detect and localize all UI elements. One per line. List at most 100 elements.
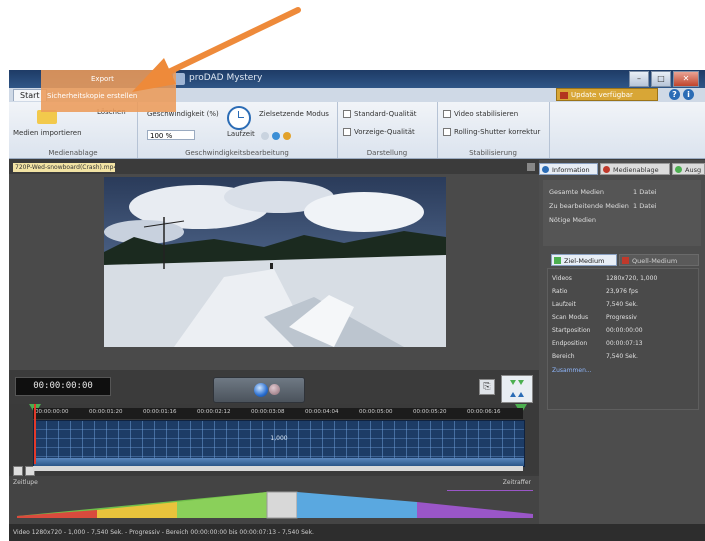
- preview-quality-checkbox[interactable]: [343, 128, 351, 136]
- zoom-in-button[interactable]: [13, 466, 23, 476]
- timeline-ruler: 00:00:00:00 00:00:01:20 00:00:01:16 00:0…: [33, 408, 523, 419]
- speed-ramp-graph[interactable]: [17, 490, 533, 520]
- rolling-shutter-option[interactable]: Rolling-Shutter korrektur: [443, 128, 540, 136]
- info-label: Zu bearbeitende Medien: [549, 202, 629, 210]
- speed-value: 100 %: [150, 132, 173, 140]
- info-value: 1 Datei: [633, 202, 657, 210]
- detail-label: Endposition: [552, 340, 588, 347]
- info-summary: Gesamte Medien 1 Datei Zu bearbeitende Me…: [543, 180, 701, 246]
- track-speed-label: 1,000: [270, 435, 288, 442]
- mode-blue-icon[interactable]: [272, 132, 280, 140]
- group-label-stabilisierung: Stabilisierung: [469, 149, 517, 157]
- group-label-darstellung: Darstellung: [366, 149, 408, 157]
- speed-ramp-panel: Zeitlupe Zeitraffer: [9, 476, 539, 524]
- tab-ausgabe[interactable]: Ausg: [672, 163, 705, 175]
- output-icon: [675, 166, 682, 173]
- info-label: Gesamte Medien: [549, 188, 605, 196]
- track-keyframe-strip: [34, 458, 524, 466]
- detail-value: 7,540 Sek.: [606, 353, 638, 360]
- media-file-tab[interactable]: 720P-Wed-snowboard(Crash).mp4: [13, 163, 115, 172]
- import-media-button[interactable]: Medien importieren: [13, 129, 82, 137]
- detail-value: 1280x720, 1,000: [606, 275, 658, 282]
- side-tab-row: Information Medienablage Ausg: [539, 161, 705, 177]
- source-icon: [622, 257, 629, 264]
- play-button[interactable]: [254, 383, 268, 397]
- timecode-display: 00:00:00:00: [15, 377, 111, 396]
- detail-label: Videos: [552, 275, 572, 282]
- transport-panel: [213, 377, 305, 403]
- status-bar: Video 1280x720 - 1,000 - 7,540 Sek. - Pr…: [9, 524, 705, 541]
- tab-target-medium[interactable]: Ziel-Medium: [551, 254, 617, 266]
- info-label: Nötige Medien: [549, 216, 597, 224]
- timeline: 00:00:00:00 00:00:01:20 00:00:01:16 00:0…: [9, 404, 539, 476]
- tick-label: 00:00:00:00: [35, 409, 69, 415]
- tick-label: 00:00:01:16: [143, 409, 177, 415]
- zoom-arrows-icon: [510, 380, 524, 397]
- detail-row: Videos 1280x720, 1,000: [552, 275, 657, 282]
- group-label-geschwindigkeit: Geschwindigkeitsbearbeitung: [185, 149, 289, 157]
- tick-label: 00:00:02:12: [197, 409, 231, 415]
- info-icon: [542, 166, 549, 173]
- video-preview: [104, 177, 446, 347]
- duration-button[interactable]: Laufzeit: [227, 130, 255, 138]
- detail-label: Laufzeit: [552, 301, 576, 308]
- tick-label: 00:00:06:16: [467, 409, 501, 415]
- tab-ausgabe-label: Ausg: [685, 166, 702, 174]
- detail-label: Scan Modus: [552, 314, 589, 321]
- info-side-panel: Information Medienablage Ausg Gesamte Me…: [539, 160, 705, 524]
- tab-information-label: Information: [552, 166, 590, 174]
- tab-medienablage-label: Medienablage: [613, 166, 659, 174]
- panel-minimize-icon[interactable]: [527, 163, 535, 171]
- snapshot-button[interactable]: ⎘: [479, 379, 495, 395]
- more-details-link[interactable]: Zusammen...: [552, 367, 592, 374]
- detail-label: Ratio: [552, 288, 568, 295]
- preview-quality-option[interactable]: Vorzeige-Qualität: [343, 128, 415, 136]
- group-label-medien: Medienablage: [48, 149, 98, 157]
- mode-orange-icon[interactable]: [283, 132, 291, 140]
- detail-row: Scan Modus Progressiv: [552, 314, 637, 321]
- info-value: 1 Datei: [633, 188, 657, 196]
- playhead[interactable]: [34, 404, 36, 464]
- video-viewer: [9, 174, 539, 370]
- tick-label: 00:00:05:20: [413, 409, 447, 415]
- media-details: Videos 1280x720, 1,000 Ratio 23,976 fps La…: [547, 268, 699, 410]
- info-row: Gesamte Medien 1 Datei: [549, 188, 657, 196]
- target-icon: [554, 257, 561, 264]
- speed-track[interactable]: 1,000: [33, 420, 525, 467]
- application-window: proDAD Mystery – □ ✕ Start Update verfüg…: [9, 70, 705, 541]
- detail-value: 00:00:07:13: [606, 340, 643, 347]
- detail-row: Endposition 00:00:07:13: [552, 340, 643, 347]
- speed-dropdown[interactable]: 100 %: [147, 130, 195, 140]
- media-tab-row: 720P-Wed-snowboard(Crash).mp4: [9, 160, 539, 174]
- detail-value: 23,976 fps: [606, 288, 638, 295]
- detail-row: Laufzeit 7,540 Sek.: [552, 301, 638, 308]
- detail-label: Startposition: [552, 327, 591, 334]
- mode-neutral-icon[interactable]: [261, 132, 269, 140]
- tick-label: 00:00:03:08: [251, 409, 285, 415]
- tick-label: 00:00:01:20: [89, 409, 123, 415]
- info-row: Nötige Medien: [549, 216, 596, 224]
- rolling-shutter-checkbox[interactable]: [443, 128, 451, 136]
- info-row: Zu bearbeitende Medien 1 Datei: [549, 202, 657, 210]
- rolling-shutter-label: Rolling-Shutter korrektur: [454, 128, 541, 136]
- detail-row: Bereich 7,540 Sek.: [552, 353, 638, 360]
- fast-motion-label: Zeitraffer: [502, 479, 531, 486]
- tab-information[interactable]: Information: [539, 163, 598, 175]
- zoom-buttons[interactable]: [501, 375, 533, 403]
- tab-source-medium[interactable]: Quell-Medium: [619, 254, 699, 266]
- detail-row: Ratio 23,976 fps: [552, 288, 638, 295]
- tab-medienablage[interactable]: Medienablage: [600, 163, 670, 175]
- detail-value: 7,540 Sek.: [606, 301, 638, 308]
- preview-quality-label: Vorzeige-Qualität: [354, 128, 415, 136]
- stop-button[interactable]: [269, 384, 280, 395]
- media-icon: [603, 166, 610, 173]
- tab-target-label: Ziel-Medium: [564, 257, 605, 265]
- detail-value: 00:00:00:00: [606, 327, 643, 334]
- timeline-zoom-buttons: [13, 466, 35, 476]
- tick-label: 00:00:04:04: [305, 409, 339, 415]
- tab-source-label: Quell-Medium: [632, 257, 678, 265]
- timeline-scrollbar[interactable]: [33, 466, 523, 471]
- playback-controls: 00:00:00:00 ⎘: [9, 370, 539, 404]
- annotation-arrow: [132, 7, 301, 92]
- detail-row: Startposition 00:00:00:00: [552, 327, 643, 334]
